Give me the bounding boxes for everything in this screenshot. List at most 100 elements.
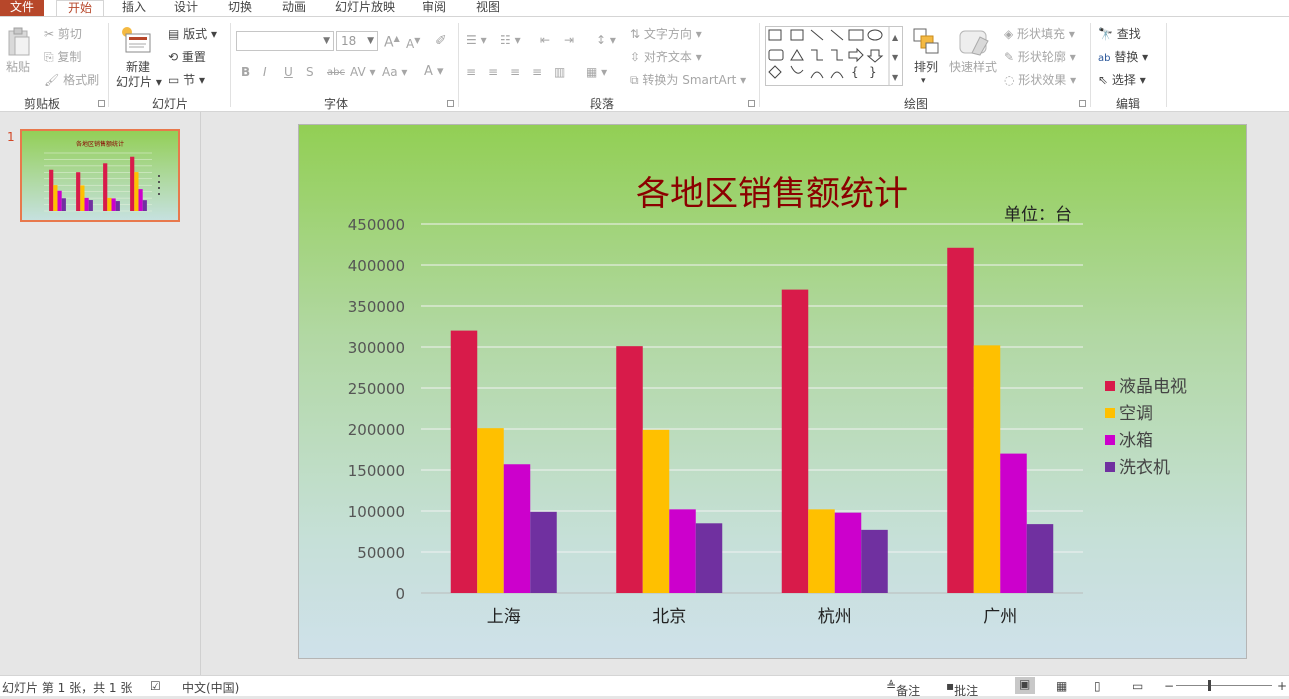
justify-icon[interactable]: ≡	[532, 65, 542, 79]
tab-insert[interactable]: 插入	[112, 0, 156, 16]
drawing-launcher-icon[interactable]	[1079, 100, 1086, 107]
underline-button[interactable]: U	[284, 65, 293, 79]
quick-styles-button[interactable]: 快速样式	[949, 59, 997, 75]
text-direction-button[interactable]: ⇅ 文字方向 ▾	[630, 26, 702, 42]
zoom-slider-thumb[interactable]	[1208, 680, 1211, 691]
shape-effects-label: 形状效果	[1018, 73, 1067, 87]
replace-button[interactable]: ab 替换 ▾	[1098, 49, 1148, 67]
slide-canvas[interactable]: 各地区销售额统计 单位：台 0 50000 100000 150000 200000 25…	[298, 124, 1247, 659]
tab-design[interactable]: 设计	[164, 0, 208, 16]
select-button[interactable]: ⇖ 选择 ▾	[1098, 72, 1146, 88]
font-color-button[interactable]: A ▾	[424, 64, 444, 79]
shrink-font-button[interactable]: A▼	[406, 36, 420, 51]
zoom-in-button[interactable]: +	[1277, 679, 1287, 693]
clear-format-icon[interactable]: ✐	[435, 33, 447, 49]
copy-button[interactable]: ⎘ 复制	[44, 49, 81, 65]
svg-text:▼: ▼	[892, 53, 899, 62]
italic-button[interactable]: I	[263, 65, 267, 79]
spell-check-icon[interactable]: ☑	[150, 679, 161, 693]
bar[interactable]	[1026, 524, 1054, 593]
strikethrough-button[interactable]: abc	[327, 67, 345, 78]
bar[interactable]	[503, 464, 531, 593]
slideshow-icon[interactable]: ▭	[1132, 679, 1143, 693]
thumbnail-bar	[138, 189, 143, 211]
layout-button[interactable]: ▤ 版式 ▾	[168, 26, 217, 42]
new-slide-icon	[122, 27, 151, 53]
zoom-slider[interactable]	[1176, 685, 1272, 686]
bar[interactable]	[642, 429, 670, 593]
svg-text:▲: ▲	[892, 33, 899, 42]
tab-transitions[interactable]: 切换	[218, 0, 262, 16]
bar[interactable]	[695, 523, 723, 593]
bar[interactable]	[530, 511, 557, 593]
change-case-label: Aa	[382, 65, 398, 79]
bar[interactable]	[834, 512, 862, 593]
chevron-down-icon: ▼	[323, 36, 330, 46]
bar[interactable]	[861, 529, 888, 593]
numbering-icon[interactable]: ☷ ▾	[500, 33, 521, 47]
shape-effects-button[interactable]: ◌ 形状效果 ▾	[1004, 72, 1076, 88]
tab-slideshow[interactable]: 幻灯片放映	[328, 0, 402, 16]
align-left-icon[interactable]: ≡	[466, 65, 476, 79]
bar[interactable]	[947, 247, 974, 593]
bar[interactable]	[808, 509, 835, 593]
reset-button[interactable]: ⟲ 重置	[168, 49, 206, 65]
chevron-down-icon: ▼	[367, 36, 374, 46]
tab-view[interactable]: 视图	[466, 0, 510, 16]
thumbnail-bar	[111, 198, 116, 211]
decrease-indent-icon[interactable]: ⇤	[540, 33, 550, 47]
tab-home[interactable]: 开始	[56, 0, 104, 16]
paste-button[interactable]: 粘贴	[6, 59, 30, 75]
reading-view-icon[interactable]: ▯	[1094, 679, 1101, 693]
tab-review[interactable]: 审阅	[412, 0, 456, 16]
font-size-combo[interactable]: 18 ▼	[336, 31, 378, 51]
font-launcher-icon[interactable]	[447, 100, 454, 107]
divider	[759, 23, 760, 107]
slide-sorter-icon[interactable]: ▦	[1056, 679, 1067, 693]
section-button[interactable]: ▭ 节 ▾	[168, 72, 205, 88]
comments-button[interactable]: ▪ 批注	[946, 679, 978, 698]
increase-indent-icon[interactable]: ⇥	[564, 33, 574, 47]
line-spacing-icon[interactable]: ↕ ▾	[596, 33, 616, 47]
new-slide-button[interactable]: 幻灯片 ▾	[116, 74, 162, 90]
tab-file[interactable]: 文件	[0, 0, 44, 16]
thumbnail-bar	[115, 201, 120, 211]
columns-icon[interactable]: ▦ ▾	[586, 65, 607, 79]
paragraph-launcher-icon[interactable]	[748, 100, 755, 107]
change-case-button[interactable]: Aa ▾	[382, 65, 407, 79]
bullets-icon[interactable]: ☰ ▾	[466, 33, 487, 47]
notes-button[interactable]: ≜ 备注	[886, 679, 920, 698]
bar[interactable]	[781, 289, 809, 593]
shape-outline-button[interactable]: ✎ 形状轮廓 ▾	[1004, 49, 1076, 65]
shrink-font-label: A	[406, 37, 415, 51]
grow-font-button[interactable]: A▲	[384, 34, 400, 51]
shadow-button[interactable]: S	[306, 65, 314, 79]
arrange-button[interactable]: 排列	[914, 59, 938, 75]
distributed-icon[interactable]: ▥	[554, 65, 565, 79]
bar[interactable]	[973, 345, 1001, 593]
zoom-out-button[interactable]: −	[1164, 679, 1174, 693]
align-center-icon[interactable]: ≡	[488, 65, 498, 79]
align-text-button[interactable]: ⇳ 对齐文本 ▾	[630, 49, 702, 65]
char-spacing-button[interactable]: AV ▾	[350, 65, 376, 79]
convert-smartart-button[interactable]: ⧉ 转换为 SmartArt ▾	[630, 72, 746, 88]
clipboard-launcher-icon[interactable]	[98, 100, 105, 107]
bar[interactable]	[669, 509, 696, 593]
bold-button[interactable]: B	[241, 65, 250, 79]
bar[interactable]	[1000, 453, 1027, 593]
bar[interactable]	[616, 346, 643, 593]
shapes-gallery[interactable]: {} ▲ ▼ ▼	[765, 26, 903, 86]
cut-button[interactable]: ✂ 剪切	[44, 26, 82, 42]
align-right-icon[interactable]: ≡	[510, 65, 520, 79]
slide-thumbnail[interactable]: 各地区销售额统计	[20, 129, 180, 222]
sales-chart[interactable]: 各地区销售额统计 单位：台 0 50000 100000 150000 200000 25…	[299, 125, 1246, 658]
find-button[interactable]: 🔭 查找	[1098, 26, 1141, 42]
format-painter-button[interactable]: 🖌 格式刷	[44, 72, 99, 88]
language-status[interactable]: 中文(中国)	[182, 679, 239, 696]
tab-animations[interactable]: 动画	[272, 0, 316, 16]
font-name-combo[interactable]: ▼	[236, 31, 334, 51]
bar[interactable]	[477, 428, 504, 593]
shape-fill-button[interactable]: ◈ 形状填充 ▾	[1004, 26, 1075, 42]
bar[interactable]	[450, 330, 478, 593]
new-slide-label-1[interactable]: 新建	[126, 59, 150, 75]
